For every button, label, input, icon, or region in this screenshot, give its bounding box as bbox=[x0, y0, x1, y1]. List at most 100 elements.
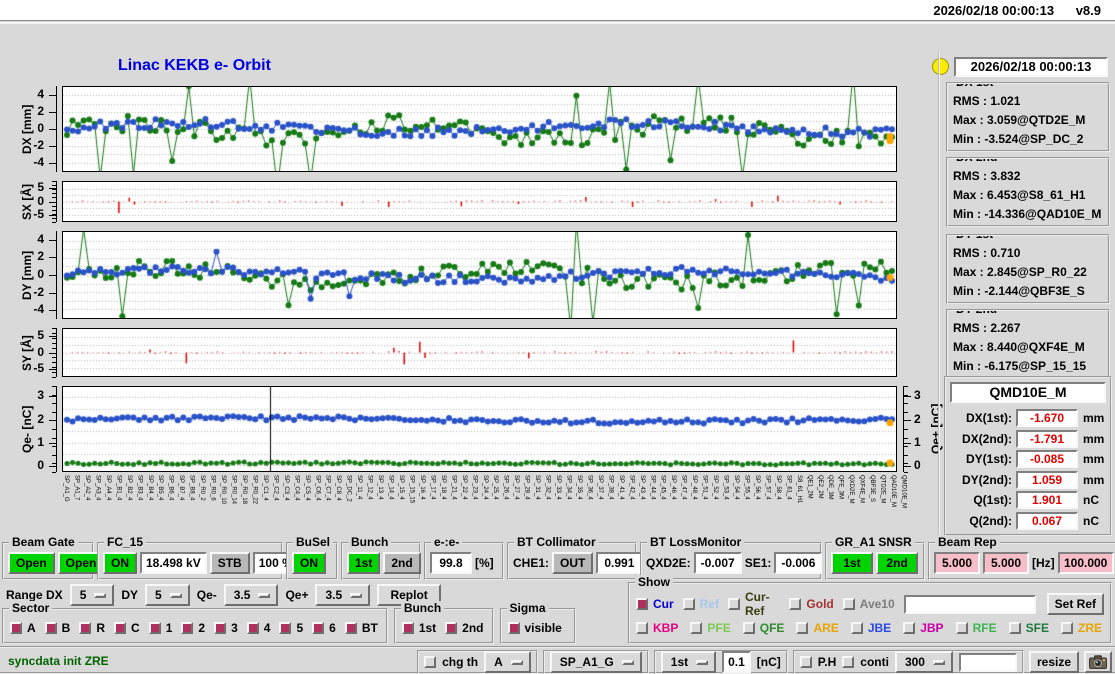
screenshot-button[interactable] bbox=[1084, 651, 1112, 673]
threshold-input[interactable]: 0.1 bbox=[722, 651, 751, 673]
sector-checkbox-6-box[interactable] bbox=[312, 622, 325, 634]
chg-th-option[interactable]: A bbox=[484, 651, 531, 673]
show-checkbox-are[interactable]: ARE bbox=[796, 621, 839, 635]
dy-orbit-chart[interactable] bbox=[62, 231, 897, 319]
bunch-select-option[interactable]: 1st bbox=[660, 651, 717, 673]
sector-checkbox-3[interactable]: 3 bbox=[214, 621, 238, 635]
busel-on-button[interactable]: ON bbox=[292, 552, 326, 574]
bpm-select-option[interactable]: SP_A1_G bbox=[549, 651, 642, 673]
show-checkbox-cur[interactable]: Cur bbox=[636, 590, 674, 618]
bunch-2nd-button[interactable]: 2nd bbox=[383, 552, 421, 574]
sigma-checkbox-visible[interactable]: visible bbox=[507, 621, 562, 635]
show-checkbox-sfe-box[interactable] bbox=[1008, 622, 1021, 634]
dx-orbit-chart[interactable] bbox=[62, 86, 897, 172]
conti-checkbox[interactable] bbox=[842, 656, 855, 668]
stat-group-title: DY 2nd bbox=[953, 311, 1001, 316]
show-checkbox-ave10-box[interactable] bbox=[842, 598, 855, 610]
show-checkbox-cur-ref[interactable]: Cur-Ref bbox=[728, 590, 780, 618]
sigma-checkbox-visible-box[interactable] bbox=[507, 622, 520, 634]
qe-tick-mark bbox=[49, 466, 56, 467]
qe-right-tick-mark bbox=[904, 466, 911, 467]
points-option[interactable]: 300 bbox=[894, 651, 953, 673]
bunch-checkbox-1st-box[interactable] bbox=[401, 622, 414, 634]
chg-th-checkbox[interactable] bbox=[424, 656, 437, 668]
sector-checkbox-c[interactable]: C bbox=[114, 621, 140, 635]
qe-charge-chart[interactable] bbox=[62, 386, 897, 472]
sector-checkbox-5[interactable]: 5 bbox=[279, 621, 303, 635]
sector-checkbox-r-box[interactable] bbox=[79, 622, 92, 634]
show-checkbox-cur-label: Cur bbox=[653, 597, 674, 611]
sector-checkbox-bt[interactable]: BT bbox=[344, 621, 378, 635]
show-checkbox-cur-ref-box[interactable] bbox=[728, 598, 741, 610]
sx-sigma-chart[interactable] bbox=[62, 181, 897, 222]
show-checkbox-ave10[interactable]: Ave10 bbox=[842, 590, 895, 618]
show-checkbox-gold-box[interactable] bbox=[789, 598, 802, 610]
range-option-3[interactable]: 3.5 bbox=[315, 584, 371, 606]
bpm-row-value: -1.670 bbox=[1016, 409, 1078, 427]
show-checkbox-pfe[interactable]: PFE bbox=[690, 621, 731, 635]
sector-checkbox-r[interactable]: R bbox=[79, 621, 105, 635]
show-checkbox-qfe-box[interactable] bbox=[742, 622, 755, 634]
sector-checkbox-5-box[interactable] bbox=[279, 622, 292, 634]
show-checkbox-pfe-box[interactable] bbox=[690, 622, 703, 634]
show-checkbox-rfe-box[interactable] bbox=[955, 622, 968, 634]
sector-checkbox-1-box[interactable] bbox=[148, 622, 161, 634]
range-option-2[interactable]: 3.5 bbox=[223, 584, 279, 606]
show-checkbox-jbp-box[interactable] bbox=[903, 622, 916, 634]
sector-checkbox-c-box[interactable] bbox=[114, 622, 127, 634]
show-checkbox-zre-box[interactable] bbox=[1060, 622, 1073, 634]
sector-checkbox-a[interactable]: A bbox=[10, 621, 36, 635]
show-checkbox-jbe-box[interactable] bbox=[850, 622, 863, 634]
sector-checkbox-1[interactable]: 1 bbox=[148, 621, 172, 635]
bunch-checkbox-1st[interactable]: 1st bbox=[401, 621, 436, 635]
resize-button[interactable]: resize bbox=[1028, 651, 1079, 673]
show-checkbox-ref[interactable]: Ref bbox=[682, 590, 719, 618]
sector-checkbox-6[interactable]: 6 bbox=[312, 621, 336, 635]
bunch-checkbox-2nd[interactable]: 2nd bbox=[445, 621, 484, 635]
show-checkbox-jbp[interactable]: JBP bbox=[903, 621, 944, 635]
sector-checkbox-b[interactable]: B bbox=[44, 621, 70, 635]
show-checkbox-are-box[interactable] bbox=[796, 622, 809, 634]
show-checkbox-zre[interactable]: ZRE bbox=[1060, 621, 1102, 635]
x-axis-label: SP_24_4 bbox=[481, 475, 488, 500]
set-ref-button[interactable]: Set Ref bbox=[1046, 593, 1104, 615]
sector-checkbox-3-box[interactable] bbox=[214, 622, 227, 634]
ph-checkbox[interactable] bbox=[799, 656, 812, 668]
sector-checkbox-b-box[interactable] bbox=[44, 622, 57, 634]
show-checkbox-qfe[interactable]: QFE bbox=[742, 621, 784, 635]
ref-name-input[interactable] bbox=[903, 594, 1036, 614]
show-checkbox-cur-box[interactable] bbox=[636, 598, 648, 610]
show-checkbox-rfe[interactable]: RFE bbox=[955, 621, 997, 635]
aux-input[interactable] bbox=[958, 652, 1017, 672]
show-checkbox-jbe[interactable]: JBE bbox=[850, 621, 891, 635]
show-checkbox-sfe[interactable]: SFE bbox=[1008, 621, 1049, 635]
fc15-on-button[interactable]: ON bbox=[103, 552, 137, 574]
dy-tick-mark bbox=[49, 293, 56, 294]
stat-key: RMS : bbox=[953, 94, 991, 108]
x-axis-label: SP_36_4 bbox=[586, 475, 593, 500]
gr-snsr-2nd-button[interactable]: 2nd bbox=[876, 552, 918, 574]
fc15-stb-button[interactable]: STB bbox=[209, 552, 250, 574]
sector-checkbox-bt-box[interactable] bbox=[344, 622, 357, 634]
range-option-1[interactable]: 5 bbox=[145, 584, 190, 606]
x-axis-label: SP_11_4 bbox=[356, 475, 363, 500]
show-checkbox-ref-box[interactable] bbox=[682, 598, 695, 610]
show-checkbox-kbp-box[interactable] bbox=[636, 622, 648, 634]
sector-checkbox-4-box[interactable] bbox=[246, 622, 259, 634]
bunch-1st-button[interactable]: 1st bbox=[347, 552, 381, 574]
sector-checkbox-2[interactable]: 2 bbox=[181, 621, 205, 635]
range-option-0[interactable]: 5 bbox=[69, 584, 115, 606]
che1-out-button[interactable]: OUT bbox=[552, 552, 594, 574]
show-checkbox-kbp[interactable]: KBP bbox=[636, 621, 678, 635]
bpm-row-label: Q(2nd): bbox=[969, 513, 1012, 528]
show-checkbox-gold[interactable]: Gold bbox=[789, 590, 834, 618]
sector-checkbox-a-box[interactable] bbox=[10, 622, 22, 634]
sector-checkbox-2-box[interactable] bbox=[181, 622, 194, 634]
qe-minor-tick bbox=[52, 395, 56, 396]
bunch-checkbox-2nd-box[interactable] bbox=[445, 622, 458, 634]
selected-bpm-name[interactable]: QMD10E_M bbox=[950, 382, 1106, 403]
gr-snsr-1st-button[interactable]: 1st bbox=[831, 552, 873, 574]
sector-checkbox-4[interactable]: 4 bbox=[246, 621, 270, 635]
beam-gate-open1-button[interactable]: Open bbox=[8, 552, 55, 574]
sy-sigma-chart[interactable] bbox=[62, 328, 897, 377]
